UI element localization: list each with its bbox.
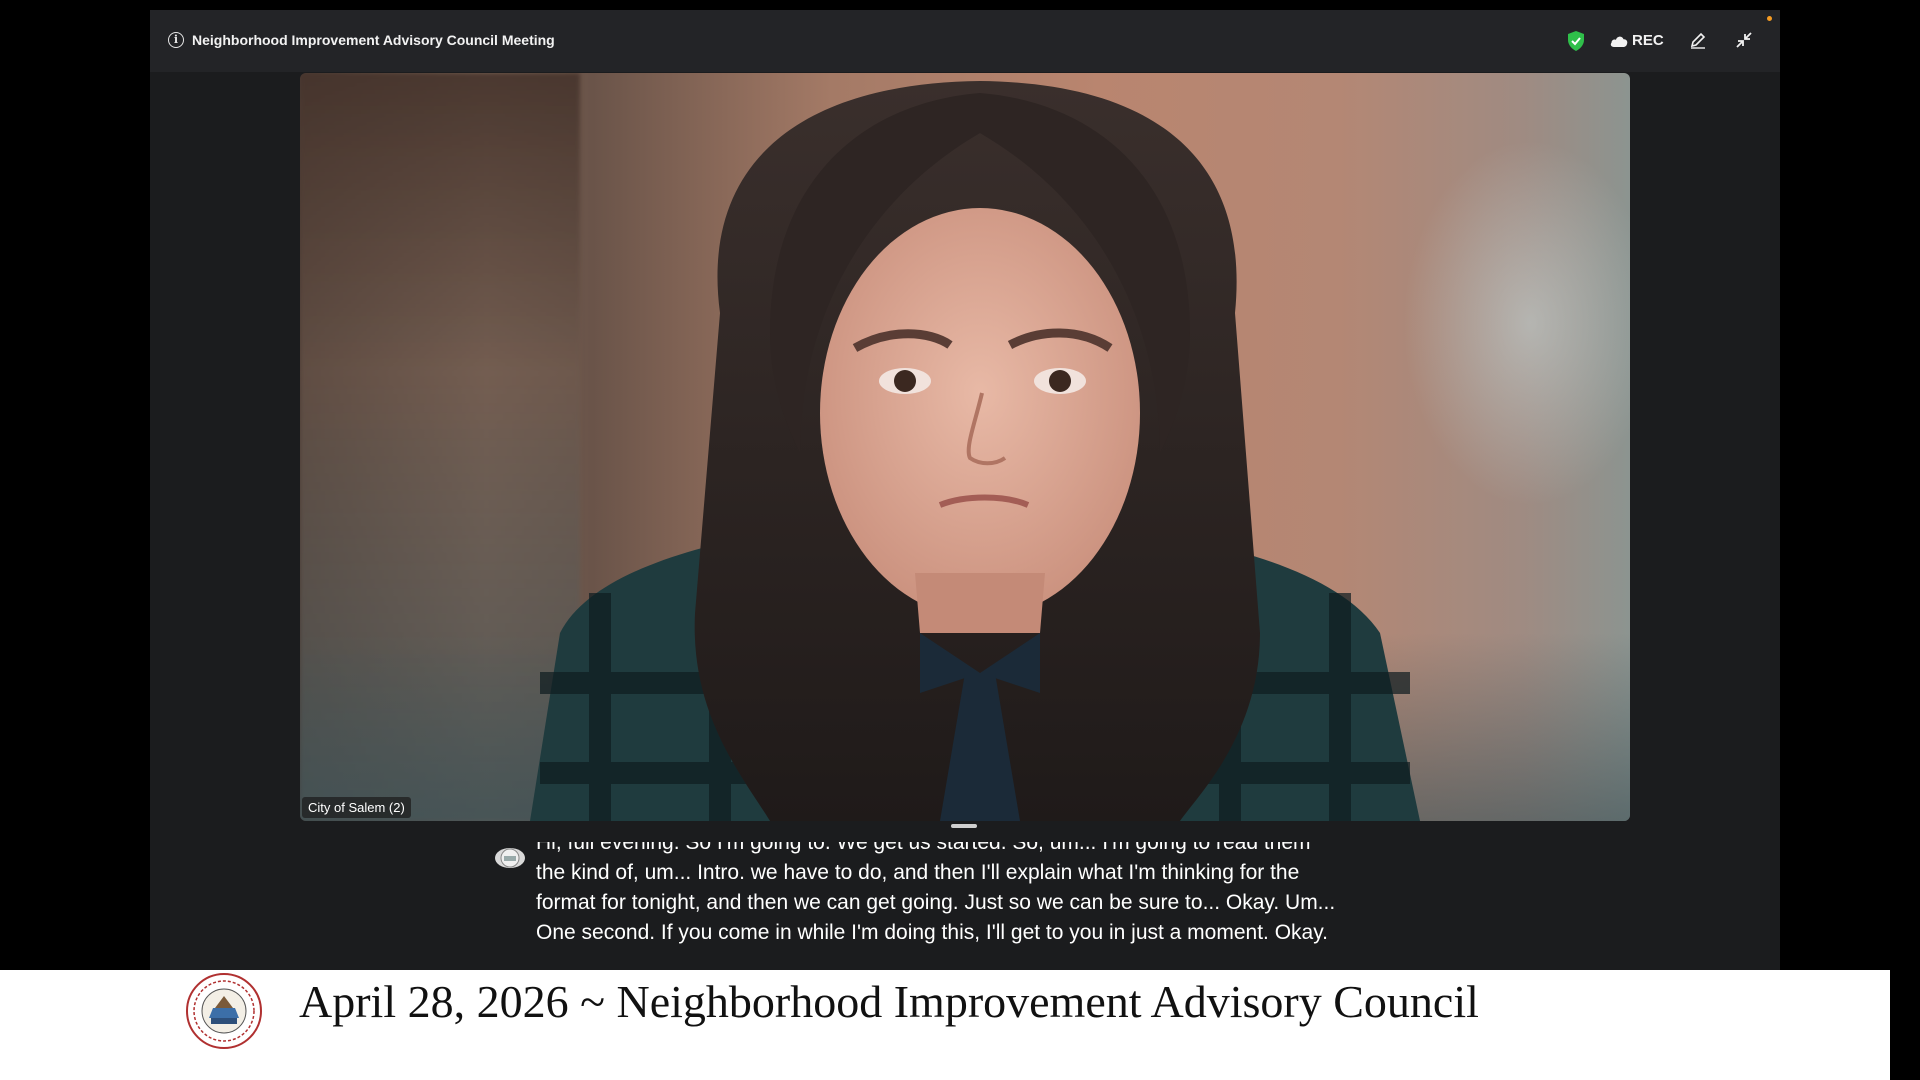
recording-status[interactable]: REC [1632,32,1664,49]
meeting-title: Neighborhood Improvement Advisory Counci… [192,32,555,48]
active-speaker-video[interactable]: City of Salem (2) [300,73,1630,821]
caption-speaker-avatar [495,848,525,868]
activity-indicator [1767,16,1772,21]
minimize-icon[interactable] [1734,30,1754,50]
caption-line: the kind of, um... Intro. we have to do,… [536,861,1300,884]
meeting-date-banner: April 28, 2026 ~ Neighborhood Improvemen… [299,976,1479,1027]
city-seal-icon [186,973,262,1049]
shield-icon[interactable] [1566,30,1586,52]
pencil-icon[interactable] [1688,30,1708,50]
caption-line: format for tonight, and then we can get … [536,891,1336,914]
info-icon[interactable]: i [168,32,184,48]
speaker-seal-icon [500,848,520,868]
lower-third-banner: April 28, 2026 ~ Neighborhood Improvemen… [0,970,1890,1080]
resize-handle[interactable] [951,824,977,828]
meeting-window: i Neighborhood Improvement Advisory Coun… [150,10,1780,970]
participant-video-feed [530,81,1420,821]
meeting-titlebar: i Neighborhood Improvement Advisory Coun… [150,10,1780,72]
cloud-icon [1610,36,1628,47]
participant-name-label: City of Salem (2) [302,797,411,818]
caption-line: Hi, full evening. So I'm going to. We ge… [536,842,1311,854]
caption-line: One second. If you come in while I'm doi… [536,921,1329,944]
live-caption-panel: Hi, full evening. So I'm going to. We ge… [536,842,1486,954]
